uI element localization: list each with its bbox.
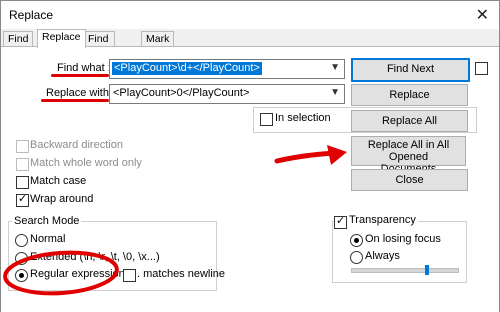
tab-find[interactable]: Find — [3, 31, 34, 47]
chevron-down-icon[interactable]: ▼ — [330, 87, 340, 98]
close-window-icon[interactable]: ✕ — [476, 5, 489, 25]
always-radio[interactable] — [350, 251, 363, 264]
annotation-underline-find — [51, 74, 109, 77]
chevron-down-icon[interactable]: ▼ — [330, 62, 340, 73]
radio-dot — [354, 238, 359, 243]
match-whole-word-label: Match whole word only — [30, 157, 142, 169]
check-icon: ✓ — [18, 193, 28, 205]
backward-direction-checkbox — [16, 140, 29, 153]
replace-panel: Find what : <PlayCount>\d+</PlayCount> ▼… — [1, 46, 499, 312]
match-case-checkbox[interactable] — [16, 176, 29, 189]
replace-with-value: <PlayCount>0</PlayCount> — [113, 87, 250, 99]
wrap-around-checkbox[interactable]: ✓ — [16, 193, 29, 207]
tab-find-in-files[interactable]: Find in Files — [83, 31, 116, 69]
on-losing-focus-radio[interactable] — [350, 234, 363, 247]
on-losing-focus-label: On losing focus — [365, 233, 441, 245]
check-icon: ✓ — [336, 215, 346, 227]
replace-with-label: Replace with : — [46, 87, 116, 99]
replace-all-opened-line1: Replace All in All Opened — [367, 139, 450, 163]
close-button[interactable]: Close — [351, 169, 468, 191]
always-label: Always — [365, 250, 400, 262]
in-selection-checkbox[interactable] — [260, 113, 273, 126]
transparency-slider-track[interactable] — [351, 268, 459, 273]
replace-with-input[interactable]: <PlayCount>0</PlayCount> ▼ — [109, 84, 345, 104]
extra-checkbox[interactable] — [475, 62, 488, 75]
replace-all-button[interactable]: Replace All — [351, 110, 468, 132]
transparency-title: Transparency — [347, 214, 418, 226]
search-mode-title: Search Mode — [12, 215, 82, 227]
replace-button[interactable]: Replace — [351, 84, 468, 106]
window-title: Replace — [9, 8, 54, 22]
transparency-slider-thumb[interactable] — [425, 265, 430, 275]
tab-replace[interactable]: Replace — [37, 29, 86, 48]
find-next-button[interactable]: Find Next — [351, 58, 470, 82]
title-bar: Replace ✕ — [1, 1, 499, 29]
annotation-arrow — [274, 145, 347, 165]
annotation-underline-replace — [41, 99, 109, 102]
find-what-label: Find what : — [57, 62, 111, 74]
annotation-circle — [3, 250, 119, 296]
wrap-around-label: Wrap around — [30, 193, 94, 205]
tab-mark[interactable]: Mark — [141, 31, 175, 47]
find-what-value: <PlayCount>\d+</PlayCount> — [112, 62, 262, 75]
match-whole-word-checkbox — [16, 158, 29, 171]
matches-newline-label: . matches newline — [137, 268, 226, 280]
replace-all-opened-documents-button[interactable]: Replace All in All Opened Documents — [351, 136, 466, 175]
replace-dialog: Replace ✕ Find Replace Find in Files Mar… — [0, 0, 500, 312]
transparency-checkbox[interactable]: ✓ — [334, 215, 347, 229]
match-case-label: Match case — [30, 175, 87, 187]
backward-direction-label: Backward direction — [30, 139, 123, 151]
find-what-input[interactable]: <PlayCount>\d+</PlayCount> ▼ — [109, 59, 345, 79]
in-selection-label: In selection — [275, 112, 331, 124]
